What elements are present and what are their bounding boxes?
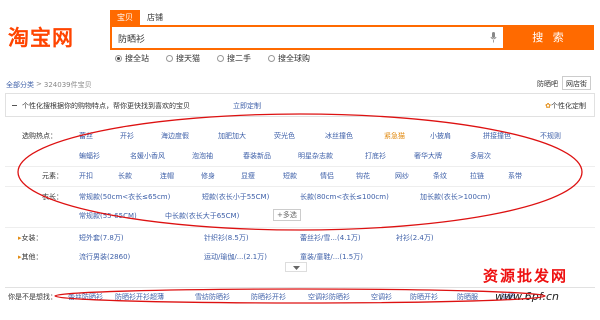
filter-option[interactable]: 开扣	[79, 171, 93, 181]
chevron-down-icon	[293, 266, 300, 270]
related-item[interactable]: 防晒开衫	[410, 292, 438, 302]
related-item[interactable]: 空调衫	[371, 292, 392, 302]
related-label: 你是不是想找：	[8, 293, 57, 301]
filter-option[interactable]: 中长款(衣长大于65CM)	[165, 211, 239, 221]
category-option[interactable]: 童装/童鞋/...(1.5万)	[300, 252, 363, 262]
women-label-text: 女装：	[21, 234, 43, 242]
category-option[interactable]: 运动/瑜伽/...(2.1万)	[204, 252, 267, 262]
filter-option[interactable]: 多层次	[470, 151, 491, 161]
filter-option[interactable]: 开衫	[120, 131, 134, 141]
filter-option[interactable]: 系带	[508, 171, 522, 181]
other-label: ▸其他：	[18, 252, 43, 262]
filter-option[interactable]: 奢华大牌	[414, 151, 442, 161]
expand-more-button[interactable]	[285, 262, 307, 272]
filter-option[interactable]: 蕾丝	[79, 131, 93, 141]
filter-option[interactable]: 泡泡袖	[192, 151, 213, 161]
filter-option[interactable]: 明星杂志款	[298, 151, 333, 161]
filter-option[interactable]: 条纹	[433, 171, 447, 181]
category-option[interactable]: 流行男装(2860)	[79, 252, 130, 262]
watermark-url: www.6pf.cn	[495, 290, 559, 303]
filter-option[interactable]: 冰丝撞色	[325, 131, 353, 141]
filter-option[interactable]: 不规则	[540, 131, 561, 141]
related-item[interactable]: 蕾丝防晒衫	[68, 292, 103, 302]
filter-option[interactable]: 打底衫	[365, 151, 386, 161]
category-option[interactable]: 短外套(7.8万)	[79, 233, 124, 243]
divider	[5, 166, 595, 167]
filter-option[interactable]: 短款	[283, 171, 297, 181]
filter-option[interactable]: 加长款(衣长>100cm)	[420, 192, 490, 202]
category-option[interactable]: 针织衫(8.5万)	[204, 233, 249, 243]
filter-option[interactable]: 小披肩	[430, 131, 451, 141]
filter-option[interactable]: 钩花	[356, 171, 370, 181]
filter-option[interactable]: 网纱	[395, 171, 409, 181]
divider	[5, 186, 595, 187]
filter-option[interactable]: 海边度假	[161, 131, 189, 141]
related-item[interactable]: 防晒衫开衫超薄	[115, 292, 164, 302]
divider	[5, 227, 595, 228]
filter-option-highlight[interactable]: 紧急猫	[384, 131, 405, 141]
category-option[interactable]: 蕾丝衫/雪...(4.1万)	[300, 233, 361, 243]
related-item[interactable]: 空调衫防晒衫	[308, 292, 350, 302]
filter-option[interactable]: 连帽	[160, 171, 174, 181]
filter-option[interactable]: 常规款(55-65CM)	[79, 211, 137, 221]
filter-option[interactable]: 加肥加大	[218, 131, 246, 141]
multi-select-button[interactable]: +多选	[273, 209, 301, 221]
length-label: 衣长：	[42, 193, 63, 201]
filter-option[interactable]: 常规款(50cm<衣长≤65cm)	[79, 192, 170, 202]
filter-option[interactable]: 显瘦	[241, 171, 255, 181]
filter-option[interactable]: 拼接撞色	[483, 131, 511, 141]
related-item[interactable]: 雪纺防晒衫	[195, 292, 230, 302]
related-item[interactable]: 防晒服	[457, 292, 478, 302]
filter-option[interactable]: 蝙蝠衫	[79, 151, 100, 161]
filter-option[interactable]: 情侣	[320, 171, 334, 181]
element-label: 元素：	[42, 172, 63, 180]
filter-option[interactable]: 名媛小香风	[130, 151, 165, 161]
related-item[interactable]: 防晒衫开衫	[251, 292, 286, 302]
women-label: ▸女装：	[18, 233, 43, 243]
category-option[interactable]: 衬衫(2.4万)	[396, 233, 434, 243]
watermark-title: 资源批发网	[483, 267, 569, 285]
hot-label: 选购热点：	[22, 132, 57, 140]
filter-option[interactable]: 短款(衣长小于55CM)	[202, 192, 269, 202]
filter-option[interactable]: 拉链	[470, 171, 484, 181]
filter-option[interactable]: 长款	[118, 171, 132, 181]
other-label-text: 其他：	[21, 253, 43, 261]
filter-option[interactable]: 春装新品	[243, 151, 271, 161]
filter-option[interactable]: 修身	[201, 171, 215, 181]
filter-option[interactable]: 荧光色	[274, 131, 295, 141]
filter-option[interactable]: 长款(80cm<衣长≤100cm)	[300, 192, 389, 202]
